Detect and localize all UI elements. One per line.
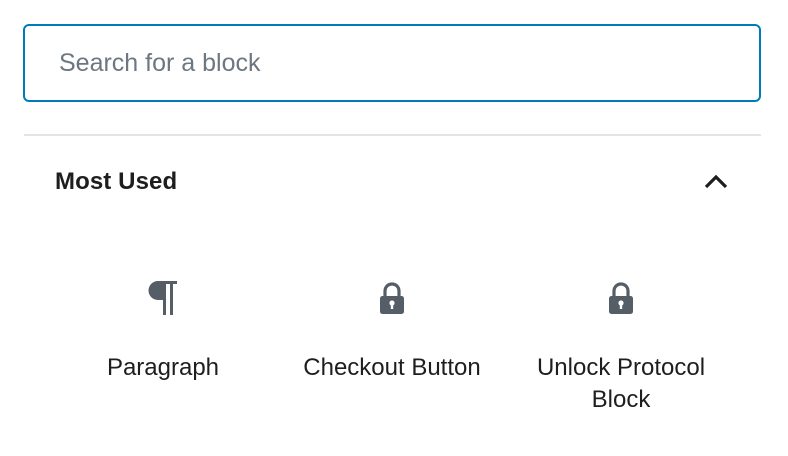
block-item-unlock-protocol[interactable]: Unlock Protocol Block	[507, 260, 735, 430]
block-inserter: Most Used Paragraph Checkout Button Unlo…	[0, 0, 788, 456]
paragraph-icon	[148, 281, 177, 315]
block-label-unlock-protocol: Unlock Protocol Block	[536, 354, 706, 413]
divider	[24, 134, 761, 136]
block-item-paragraph[interactable]: Paragraph	[49, 260, 277, 430]
panel-header-most-used[interactable]: Most Used	[24, 148, 761, 218]
search-input[interactable]	[25, 26, 759, 100]
lock-icon	[609, 282, 633, 314]
panel-title: Most Used	[55, 168, 178, 195]
chevron-up-icon[interactable]	[702, 170, 730, 192]
search-box[interactable]	[23, 24, 761, 102]
block-item-checkout-button[interactable]: Checkout Button	[278, 260, 506, 430]
block-label-paragraph: Paragraph	[106, 354, 220, 381]
lock-icon	[380, 282, 404, 314]
block-label-checkout-button: Checkout Button	[303, 354, 481, 381]
